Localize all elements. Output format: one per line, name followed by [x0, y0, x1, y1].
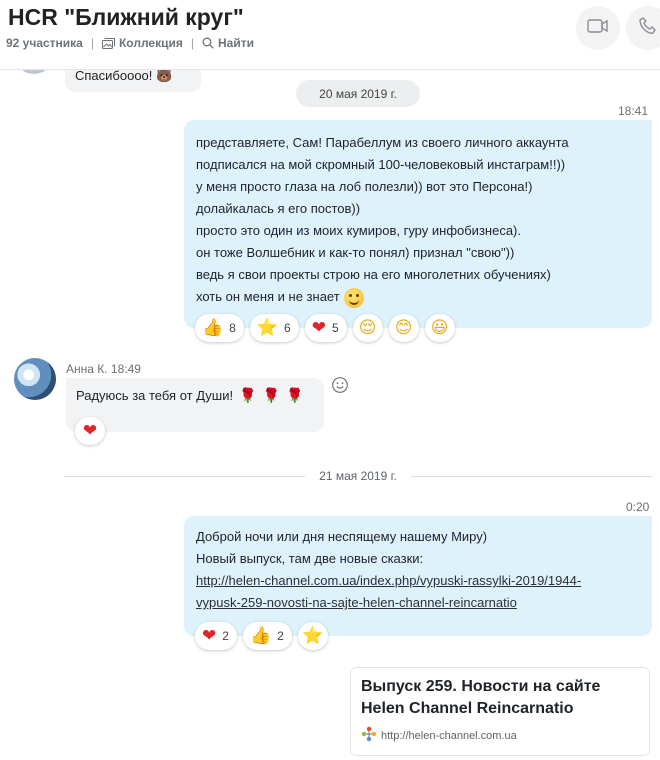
reaction-bar: ❤ 2 👍 2 ⭐ — [195, 622, 328, 650]
reaction-heart[interactable]: ❤ 5 — [304, 314, 347, 342]
message-bubble-outgoing[interactable]: Доброй ночи или дня неспящему нашему Мир… — [184, 516, 652, 636]
chat-header: HCR "Ближний круг" 92 участника | Коллек… — [0, 0, 660, 70]
audio-call-button[interactable] — [626, 6, 660, 50]
message-link[interactable]: vypusk-259-novosti-na-sajte-helen-channe… — [196, 592, 642, 614]
message-line-text: хоть он меня и не знает — [196, 289, 340, 304]
thumbs-up-icon: 👍 — [249, 625, 272, 646]
reaction-count: 2 — [222, 629, 229, 643]
chat-title[interactable]: HCR "Ближний круг" — [8, 4, 244, 31]
preview-title: Helen Channel Reincarnatio — [361, 700, 574, 717]
heart-icon: ❤ — [202, 625, 217, 646]
smiling-face-icon: 😊 — [394, 317, 413, 338]
phone-icon — [638, 16, 658, 41]
reaction-heart[interactable]: ❤ — [75, 417, 105, 445]
message-line: он тоже Волшебник и как-то понял) призна… — [196, 245, 515, 260]
reaction-count: 2 — [277, 629, 284, 643]
emoji-smile-icon — [331, 377, 349, 398]
video-camera-icon — [587, 18, 609, 39]
date-label: 21 мая 2019 г. — [319, 469, 397, 483]
separator: | — [190, 36, 194, 50]
reaction-count: 8 — [229, 321, 236, 335]
preview-title: Выпуск 259. Новости на сайте — [361, 678, 601, 695]
date-divider: 21 мая 2019 г. — [64, 466, 652, 486]
message-line: ведь я свои проекты строю на его многоле… — [196, 267, 551, 282]
rose-icon: 🌹 — [239, 388, 257, 404]
reaction-count: 6 — [284, 321, 291, 335]
reaction-party[interactable]: 😃 — [424, 314, 455, 342]
heart-icon: ❤ — [311, 317, 326, 338]
message-link[interactable]: http://helen-channel.com.ua/index.php/vy… — [196, 570, 642, 592]
message-line: долайкалась я его постов)) — [196, 201, 361, 216]
reaction-smile[interactable]: 😊 — [388, 314, 419, 342]
site-favicon-icon — [361, 726, 377, 745]
reaction-like[interactable]: 👍 8 — [195, 314, 244, 342]
reaction-count: 5 — [331, 321, 339, 335]
reaction-like[interactable]: 👍 2 — [242, 622, 292, 650]
reaction-heart[interactable]: ❤ 2 — [195, 622, 237, 650]
video-call-button[interactable] — [576, 6, 620, 50]
message-line: Новый выпуск, там две новые сказки: — [196, 551, 424, 566]
star-icon: ⭐ — [302, 625, 324, 646]
message-line: представляете, Сам! Парабеллум из своего… — [196, 135, 569, 150]
date-separator: 20 мая 2019 г. — [296, 80, 420, 107]
rose-icon: 🌹 — [285, 388, 304, 404]
participants-count[interactable]: 92 участника — [6, 36, 83, 50]
divider-line — [410, 475, 652, 477]
reaction-bar: ❤ — [75, 417, 105, 445]
message-timestamp: 0:20 — [626, 500, 650, 514]
gallery-icon — [101, 37, 115, 49]
link-preview-card[interactable]: Выпуск 259. Новости на сайте Helen Chann… — [350, 667, 650, 756]
divider-line — [64, 475, 306, 477]
preview-url[interactable]: http://helen-channel.com.ua — [381, 730, 517, 742]
star-icon: ⭐ — [256, 317, 279, 338]
sender-name-time: Анна К. 18:49 — [66, 362, 141, 376]
reaction-star[interactable]: ⭐ — [297, 622, 328, 650]
message-line: просто это один из моих кумиров, гуру ин… — [196, 223, 521, 238]
find-link[interactable]: Найти — [218, 36, 254, 50]
thumbs-up-icon: 👍 — [202, 317, 224, 338]
reaction-relieved[interactable]: 😌 — [352, 314, 383, 342]
add-reaction-button[interactable] — [331, 376, 349, 394]
message-line-last: хоть он меня и не знает — [196, 286, 642, 308]
message-timestamp: 18:41 — [618, 104, 649, 118]
reaction-bar: 👍 8 ⭐ 6 ❤ 5 😌 😊 😃 — [195, 314, 455, 342]
reaction-star[interactable]: ⭐ 6 — [249, 314, 299, 342]
chat-subheader: 92 участника | Коллекция | Найти — [6, 36, 254, 50]
message-text: Спасибоооо! 🐻 — [75, 68, 173, 83]
smile-emoji-icon — [343, 287, 364, 308]
separator: | — [90, 36, 94, 50]
collection-link[interactable]: Коллекция — [119, 36, 183, 50]
date-label: 20 мая 2019 г. — [319, 86, 397, 101]
message-text: Радуюсь за тебя от Души! — [76, 388, 234, 403]
relieved-face-icon: 😌 — [358, 317, 377, 338]
message-bubble-outgoing[interactable]: представляете, Сам! Парабеллум из своего… — [184, 120, 652, 328]
party-face-icon: 😃 — [430, 317, 449, 338]
message-line: у меня просто глаза на лоб полезли)) вот… — [196, 179, 533, 194]
message-line: Доброй ночи или дня неспящему нашему Мир… — [196, 529, 488, 544]
sender-avatar[interactable] — [14, 358, 56, 400]
message-line: подписался на мой скромный 100-человеков… — [196, 157, 566, 172]
search-icon — [202, 37, 214, 49]
rose-icon: 🌹 — [262, 388, 280, 404]
preview-url-row: http://helen-channel.com.ua — [361, 726, 639, 745]
heart-icon: ❤ — [82, 420, 98, 441]
